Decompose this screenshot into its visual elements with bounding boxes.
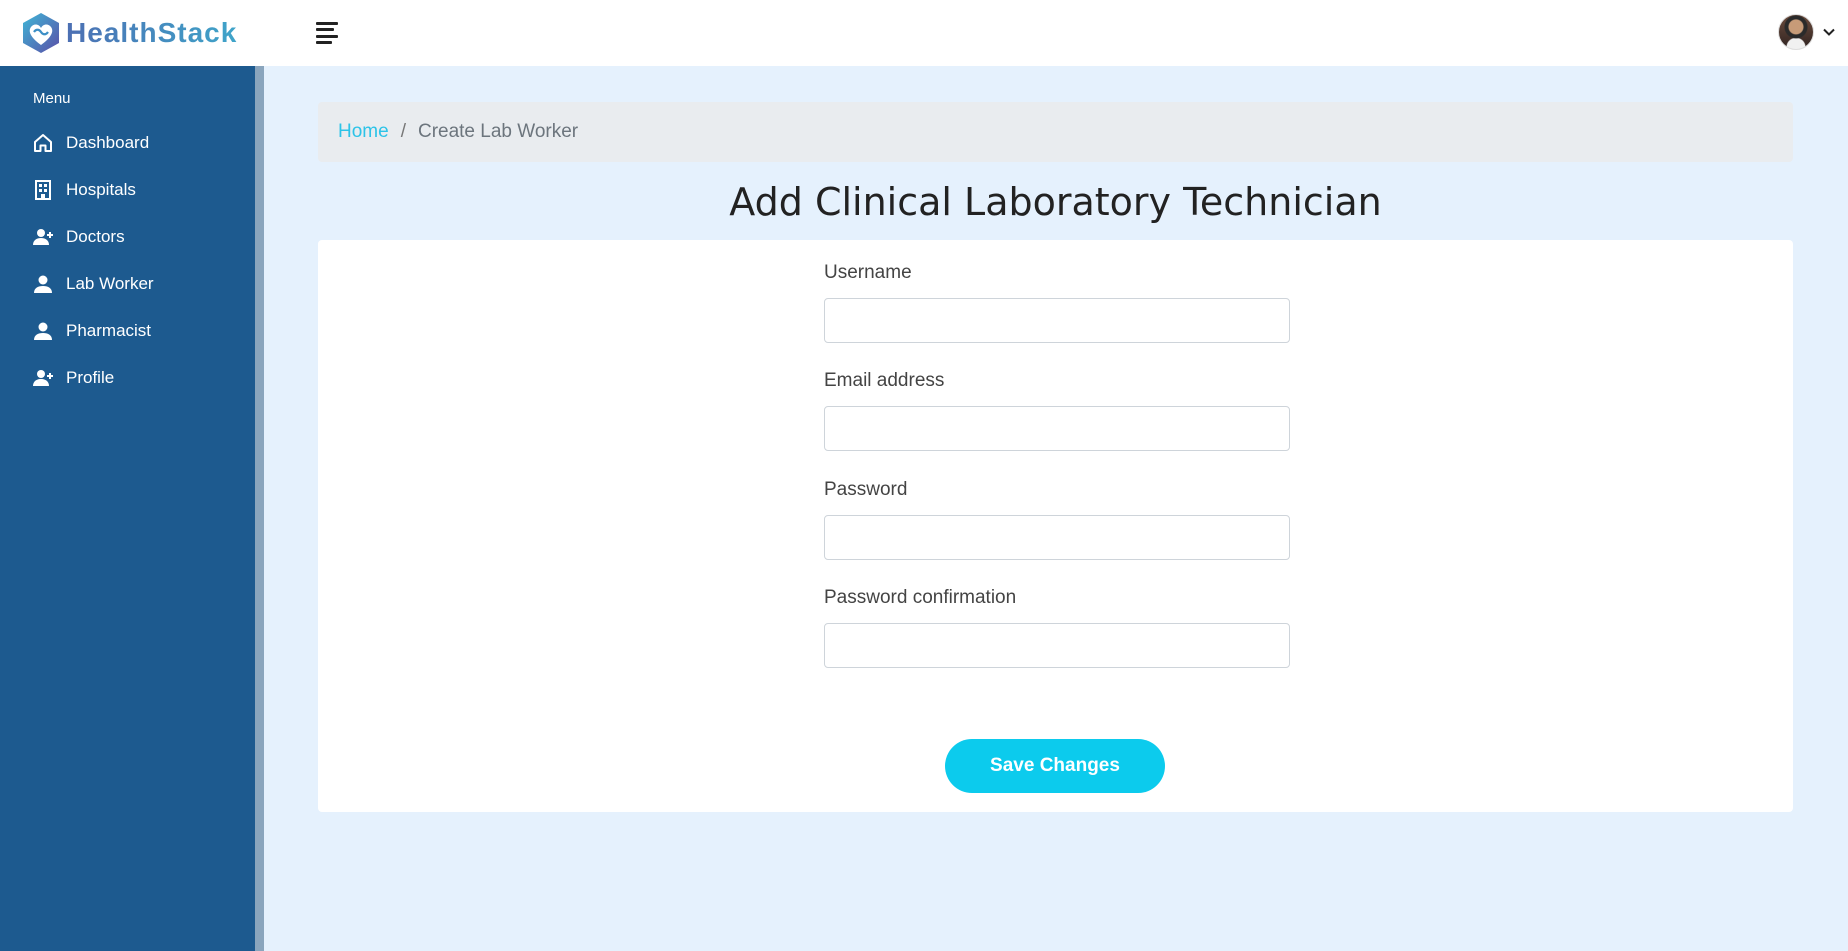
home-icon: [34, 133, 52, 152]
password-field-group: Password: [824, 479, 1290, 560]
building-icon: [35, 179, 51, 200]
sidebar-item-lab-worker[interactable]: Lab Worker: [0, 260, 255, 307]
username-label: Username: [824, 262, 912, 283]
email-input[interactable]: [824, 406, 1290, 451]
save-changes-button[interactable]: Save Changes: [945, 739, 1165, 793]
user-menu[interactable]: [1778, 14, 1836, 50]
user-icon: [34, 322, 52, 340]
breadcrumb: Home / Create Lab Worker: [318, 102, 1793, 162]
avatar[interactable]: [1778, 14, 1814, 50]
sidebar-item-profile[interactable]: Profile: [0, 354, 255, 401]
password-confirmation-label: Password confirmation: [824, 587, 1017, 608]
sidebar: Menu Dashboard Hospitals Doctors Lab Wor…: [0, 66, 264, 951]
password-confirmation-input[interactable]: [824, 623, 1290, 668]
sidebar-item-hospitals[interactable]: Hospitals: [0, 166, 255, 213]
email-label: Email address: [824, 370, 945, 391]
sidebar-item-label: Doctors: [66, 226, 125, 246]
password-label: Password: [824, 479, 908, 500]
password-confirmation-field-group: Password confirmation: [824, 587, 1290, 668]
create-lab-worker-form: Username Email address Password Password…: [318, 240, 1793, 812]
breadcrumb-separator: /: [400, 121, 406, 142]
password-input[interactable]: [824, 515, 1290, 560]
sidebar-menu-title: Menu: [33, 90, 71, 107]
hamburger-menu-icon[interactable]: [316, 22, 342, 44]
user-icon: [34, 275, 52, 293]
sidebar-item-pharmacist[interactable]: Pharmacist: [0, 307, 255, 354]
top-header: HealthStack: [0, 0, 1848, 66]
user-plus-icon: [33, 228, 53, 245]
breadcrumb-home-link[interactable]: Home: [338, 121, 389, 143]
username-input[interactable]: [824, 298, 1290, 343]
sidebar-item-label: Lab Worker: [66, 273, 154, 293]
breadcrumb-current: Create Lab Worker: [417, 121, 579, 142]
sidebar-item-label: Hospitals: [66, 179, 136, 199]
sidebar-item-label: Profile: [66, 367, 115, 387]
sidebar-item-label: Dashboard: [66, 132, 150, 152]
sidebar-item-dashboard[interactable]: Dashboard: [0, 119, 255, 166]
brand[interactable]: HealthStack: [20, 11, 250, 55]
chevron-down-icon[interactable]: [1822, 25, 1836, 39]
email-field-group: Email address: [824, 370, 1290, 451]
page-title: Add Clinical Laboratory Technician: [729, 180, 1382, 224]
brand-name: HealthStack: [66, 17, 238, 48]
username-field-group: Username: [824, 262, 1290, 343]
user-plus-icon: [33, 369, 53, 386]
sidebar-item-doctors[interactable]: Doctors: [0, 213, 255, 260]
heart-infinity-logo-icon: [23, 13, 59, 53]
sidebar-item-label: Pharmacist: [66, 320, 152, 340]
